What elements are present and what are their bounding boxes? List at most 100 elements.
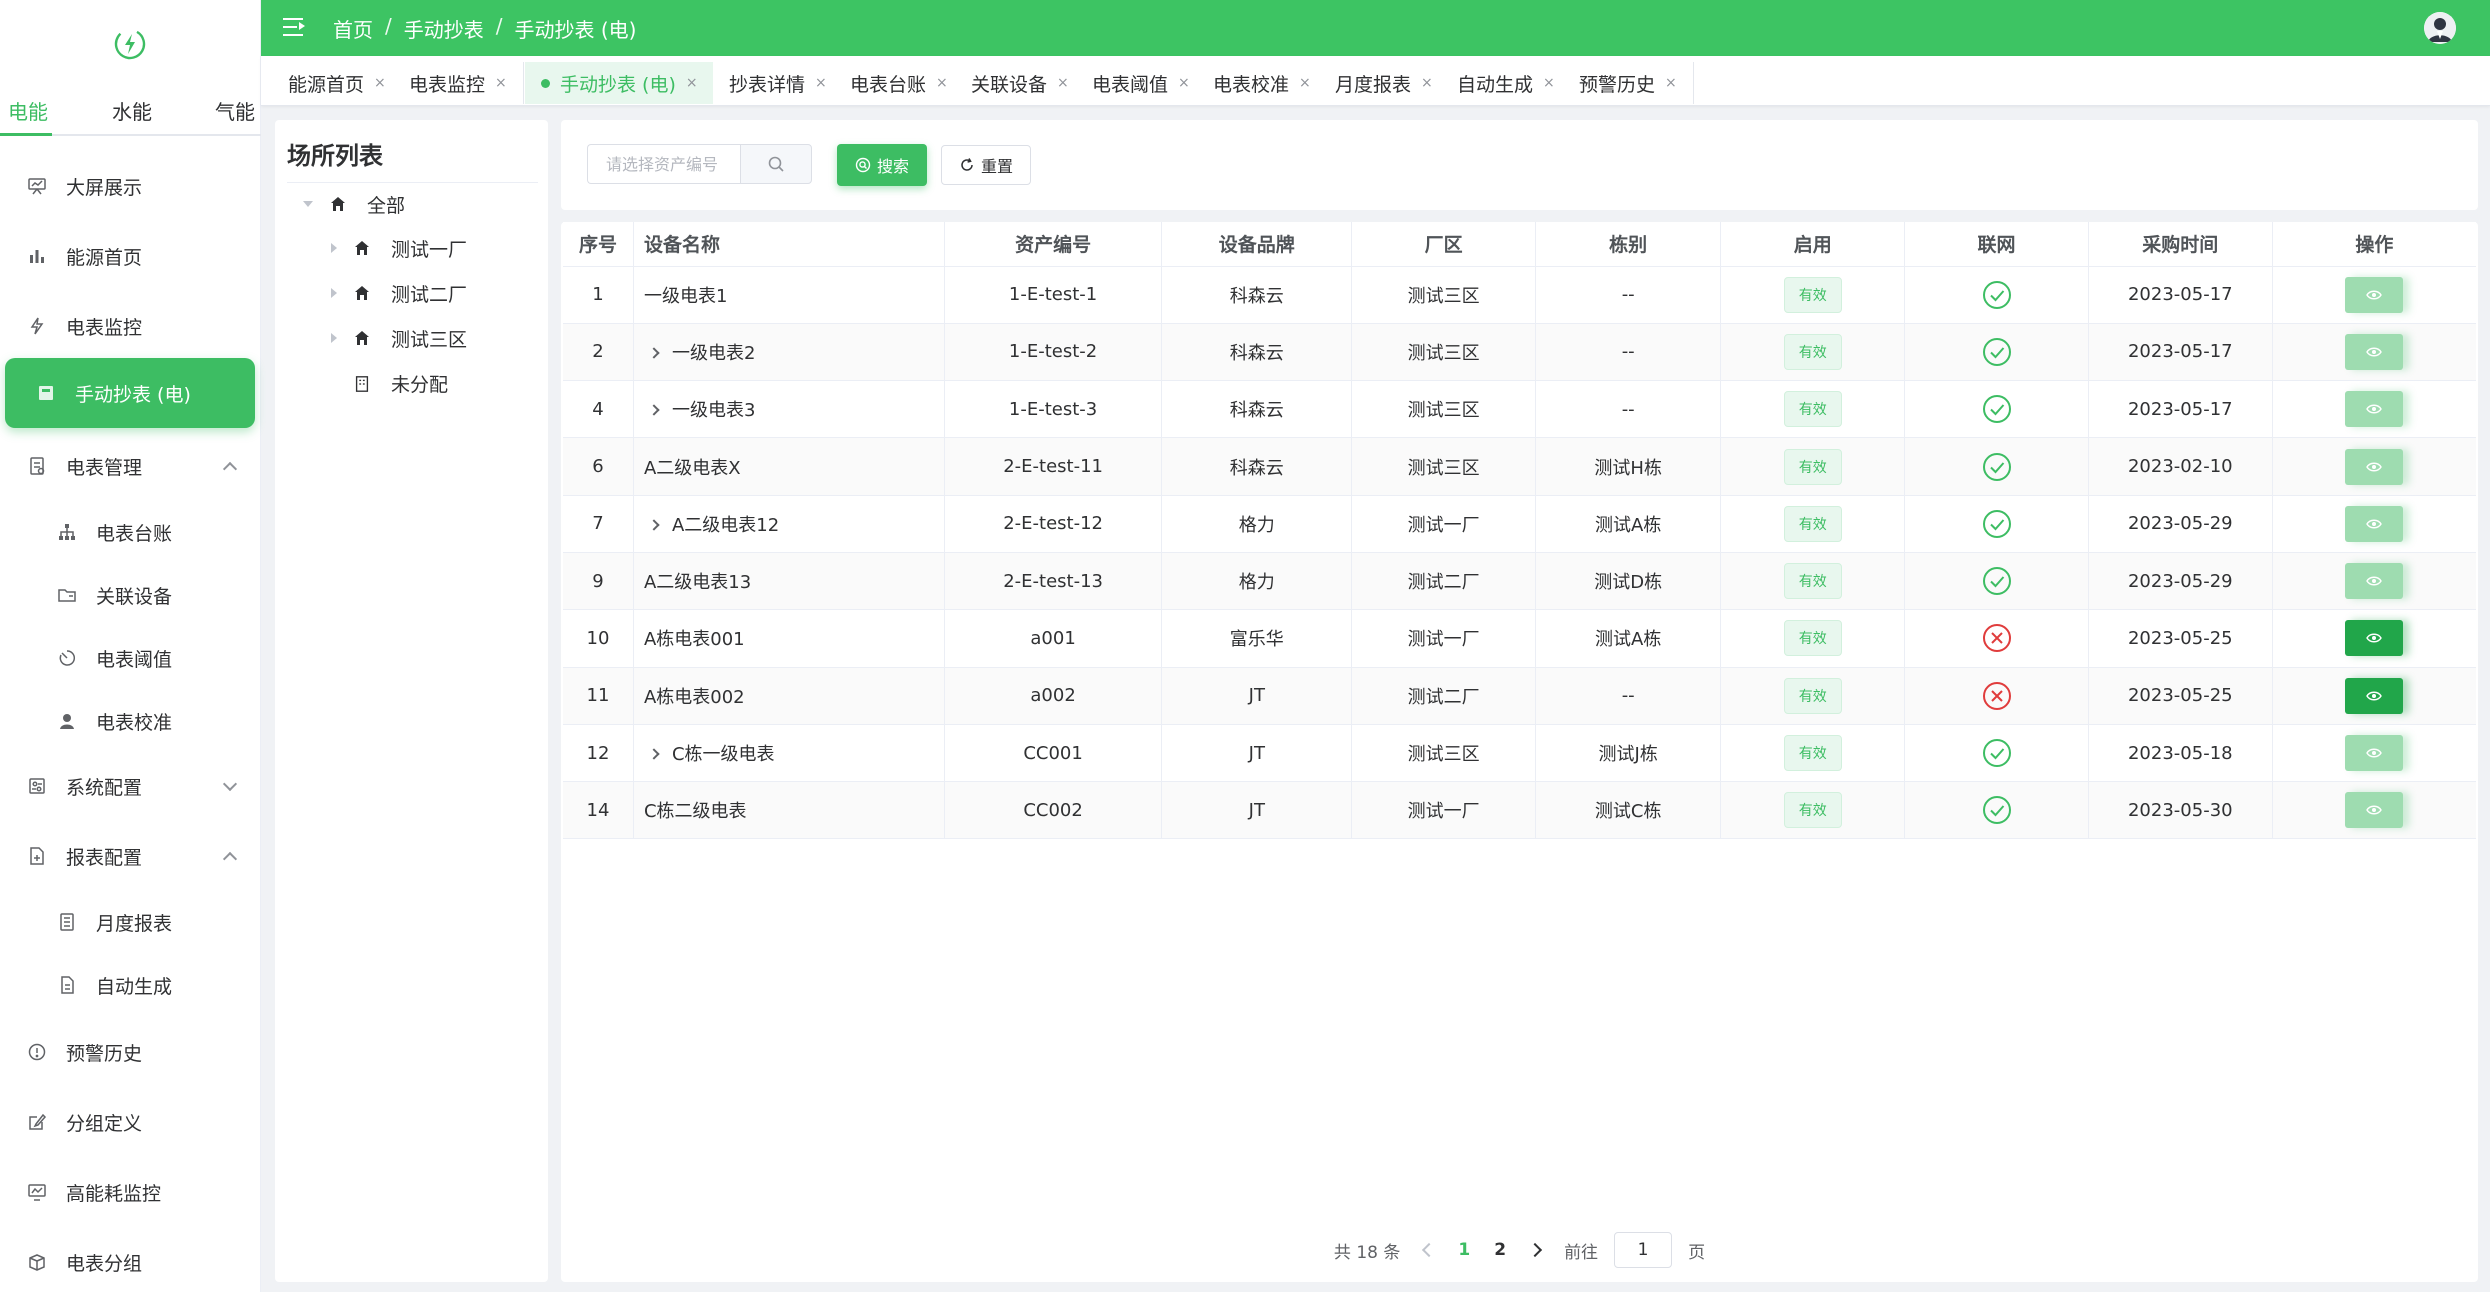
tab-0[interactable]: 能源首页 ×	[272, 62, 403, 104]
caret-right-icon[interactable]	[331, 288, 337, 298]
menu-related-devices[interactable]: 关联设备	[0, 567, 261, 623]
presentation-icon	[26, 175, 48, 197]
close-icon[interactable]: ×	[815, 75, 827, 91]
close-icon[interactable]: ×	[1057, 75, 1069, 91]
cell-online	[1904, 380, 2089, 439]
caret-right-icon[interactable]	[331, 243, 337, 253]
close-icon[interactable]: ×	[936, 75, 948, 91]
cell-building: --	[1535, 667, 1722, 725]
menu-big-screen[interactable]: 大屏展示	[0, 158, 261, 214]
expand-row-icon[interactable]	[648, 748, 660, 760]
goto-page-input[interactable]	[1614, 1232, 1673, 1268]
cell-asset: 2-E-test-13	[944, 552, 1163, 611]
menu-meter-management[interactable]: 电表管理	[0, 438, 261, 494]
expand-row-icon[interactable]	[648, 519, 660, 531]
menu-energy-home[interactable]: 能源首页	[0, 228, 261, 284]
view-button[interactable]	[2345, 677, 2404, 714]
menu-manual-reading[interactable]: 手动抄表 (电)	[5, 358, 255, 428]
chevron-up-icon	[222, 851, 238, 867]
caret-down-icon[interactable]	[303, 201, 313, 207]
page-number-1[interactable]: 1	[1458, 1240, 1470, 1260]
menu-meter-ledger[interactable]: 电表台账	[0, 504, 261, 560]
tab-3[interactable]: 抄表详情 ×	[713, 62, 844, 104]
view-button[interactable]	[2345, 735, 2404, 772]
view-button[interactable]	[2345, 563, 2404, 600]
view-button[interactable]	[2345, 333, 2404, 370]
tree-node[interactable]: 全部	[303, 186, 405, 222]
breadcrumb-manual-reading[interactable]: 手动抄表	[404, 14, 484, 43]
close-icon[interactable]: ×	[1178, 75, 1190, 91]
tab-7[interactable]: 电表校准 ×	[1197, 62, 1328, 104]
report-icon	[26, 845, 48, 867]
menu-toggle-icon[interactable]	[283, 16, 307, 38]
check-circle-icon	[1982, 452, 2011, 481]
reset-button[interactable]: 重置	[941, 145, 1031, 185]
menu-meter-threshold[interactable]: 电表阈值	[0, 630, 261, 686]
menu-group-definition[interactable]: 分组定义	[0, 1094, 261, 1150]
tab-5[interactable]: 关联设备 ×	[955, 62, 1086, 104]
menu-alert-history[interactable]: 预警历史	[0, 1024, 261, 1080]
cell-enabled: 有效	[1720, 552, 1906, 611]
energy-tab-1[interactable]: 水能	[112, 96, 152, 134]
caret-right-icon[interactable]	[331, 333, 337, 343]
sidebar: 电能 水能 气能 大屏展示能源首页电表监控 手动抄表 (电) 电表管理电表台账关联设备电…	[0, 0, 261, 1292]
close-icon[interactable]: ×	[495, 75, 507, 91]
expand-row-icon[interactable]	[648, 347, 660, 359]
view-button[interactable]	[2345, 276, 2404, 313]
cell-actions	[2272, 667, 2476, 725]
menu-system-config[interactable]: 系统配置	[0, 758, 261, 814]
tab-1[interactable]: 电表监控 ×	[393, 62, 524, 104]
menu-meter-groups[interactable]: 电表分组	[0, 1234, 261, 1290]
menu-item-label: 分组定义	[66, 1112, 143, 1135]
tab-4[interactable]: 电表台账 ×	[834, 62, 965, 104]
tree-node[interactable]: 测试二厂	[331, 275, 467, 311]
tree-node[interactable]: 未分配	[331, 365, 448, 401]
tab-2[interactable]: 手动抄表 (电) ×	[525, 62, 715, 104]
menu-monthly-report[interactable]: 月度报表	[0, 894, 261, 950]
device-name: A栋电表002	[643, 686, 745, 708]
close-icon[interactable]: ×	[1665, 75, 1677, 91]
prev-page-icon[interactable]	[1422, 1242, 1437, 1258]
tab-10[interactable]: 预警历史 ×	[1563, 62, 1694, 104]
view-button[interactable]	[2345, 448, 2404, 485]
tab-9[interactable]: 自动生成 ×	[1441, 62, 1572, 104]
next-page-icon[interactable]	[1527, 1242, 1543, 1258]
pagination: 共 18 条 1 2 前往 页	[561, 1230, 2478, 1270]
close-icon[interactable]: ×	[686, 75, 698, 91]
search-button[interactable]: 搜索	[837, 144, 927, 186]
view-button[interactable]	[2345, 391, 2404, 428]
cell-purchase-date: 2023-05-25	[2088, 667, 2273, 725]
asset-number-input[interactable]	[587, 144, 740, 184]
tab-8[interactable]: 月度报表 ×	[1319, 62, 1450, 104]
tab-6[interactable]: 电表阈值 ×	[1076, 62, 1207, 104]
tree-node[interactable]: 测试一厂	[331, 230, 467, 266]
view-button[interactable]	[2345, 792, 2404, 829]
edit-icon	[26, 1111, 48, 1133]
tree-node[interactable]: 测试三区	[331, 320, 467, 356]
menu-meter-monitor[interactable]: 电表监控	[0, 298, 261, 354]
cell-purchase-date: 2023-05-17	[2088, 380, 2273, 439]
energy-tab-0[interactable]: 电能	[8, 96, 48, 134]
close-icon[interactable]: ×	[374, 75, 386, 91]
tags-view: 能源首页 × 电表监控 × 手动抄表 (电) × 抄表详情 × 电表台账 × 关联设备 × 电表阈值 × 电…	[261, 56, 2490, 106]
energy-tab-2[interactable]: 气能	[215, 96, 255, 134]
user-avatar[interactable]	[2424, 12, 2456, 44]
view-button[interactable]	[2345, 620, 2404, 657]
close-icon[interactable]: ×	[1299, 75, 1311, 91]
menu-auto-generate[interactable]: 自动生成	[0, 957, 261, 1013]
breadcrumb-home[interactable]: 首页	[333, 14, 373, 43]
close-icon[interactable]: ×	[1421, 75, 1433, 91]
menu-report-config[interactable]: 报表配置	[0, 828, 261, 884]
search-icon-button[interactable]	[740, 144, 812, 184]
bar-chart-icon	[26, 245, 48, 267]
page-number-2[interactable]: 2	[1494, 1240, 1506, 1260]
close-icon[interactable]: ×	[1543, 75, 1555, 91]
cell-actions	[2272, 724, 2476, 783]
menu-item-label: 高能耗监控	[66, 1182, 162, 1205]
expand-row-icon[interactable]	[648, 404, 660, 416]
document-list-icon	[26, 455, 48, 477]
column-header: 操作	[2272, 222, 2476, 267]
view-button[interactable]	[2345, 505, 2404, 542]
menu-high-consumption[interactable]: 高能耗监控	[0, 1164, 261, 1220]
menu-meter-calibration[interactable]: 电表校准	[0, 693, 261, 749]
